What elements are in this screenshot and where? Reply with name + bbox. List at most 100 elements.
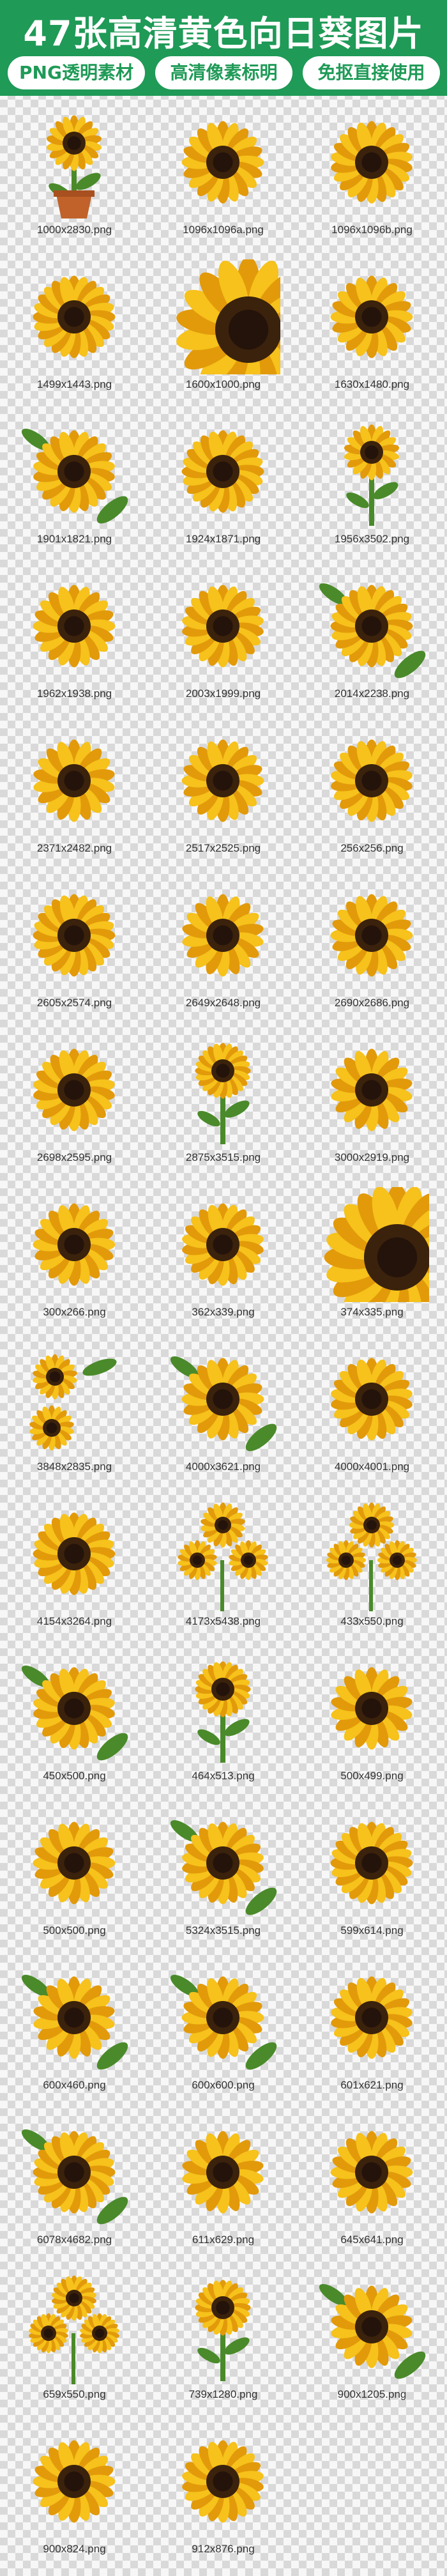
image-filename: 300x266.png [43,1306,106,1318]
image-filename: 374x335.png [340,1306,404,1318]
grid-item: 1499x1443.png [0,257,149,411]
sunflower-icon [331,121,413,204]
grid-item: 659x550.png [0,2267,149,2421]
grid-item: 912x876.png [149,2421,298,2576]
image-filename: 1096x1096b.png [331,224,413,236]
image-filename: 1600x1000.png [185,378,261,390]
tag-png-transparent: PNG透明素材 [8,56,145,89]
image-filename: 600x460.png [43,2079,106,2091]
page-header: 47张高清黄色向日葵图片 PNG透明素材 高清像素标明 免抠直接使用 [0,0,447,96]
image-filename: 601x621.png [340,2079,404,2091]
sunflower-icon [33,739,115,822]
grid-item: 3848x2835.png [0,1339,149,1494]
image-filename: 6078x4682.png [36,2234,112,2246]
sunflower-icon [182,894,264,977]
image-filename: 1924x1871.png [185,533,261,545]
image-filename: 2649x2648.png [185,997,261,1009]
sunflower-icon [331,739,413,822]
image-filename: 256x256.png [340,842,404,854]
sunflower-icon [331,1048,413,1131]
sunflower-on-stem-icon [195,2280,251,2381]
sunflower-icon [330,275,413,358]
grid-item: 2371x2482.png [0,721,149,875]
sunflower-bouquet-icon [29,2275,119,2384]
image-filename: 3000x2919.png [334,1151,410,1163]
image-filename: 645x641.png [340,2234,404,2246]
grid-item: 600x600.png [149,1958,298,2112]
sunflower-icon [330,894,413,977]
sunflower-with-leaves-icon [170,1974,277,2070]
image-filename: 464x513.png [192,1770,255,1782]
sunflower-pair-icon [29,1354,117,1451]
grid-item: 433x550.png [298,1494,446,1648]
grid-item: 4000x4001.png [298,1339,446,1494]
image-filename: 1499x1443.png [36,378,112,390]
image-filename: 599x614.png [340,1924,404,1936]
grid-item: 300x266.png [0,1184,149,1339]
sunflower-icon [33,1512,116,1595]
image-filename: 1096x1096a.png [183,224,264,236]
grid-item: 2003x1999.png [149,566,298,721]
grid-item: 1956x3502.png [298,411,446,566]
sunflower-icon [33,1048,115,1131]
grid-item: 1000x2830.png [0,102,149,257]
page-title: 47张高清黄色向日葵图片 [23,13,424,54]
image-filename: 1962x1938.png [36,687,112,700]
tag-no-cutout: 免抠直接使用 [303,56,440,89]
image-filename: 2605x2574.png [36,997,112,1009]
sunflower-icon [330,2131,413,2214]
image-filename: 2698x2595.png [36,1151,112,1163]
image-filename: 4154x3264.png [36,1615,112,1627]
grid-item: 6078x4682.png [0,2112,149,2267]
image-filename: 611x629.png [192,2234,255,2246]
sunflower-with-leaves-icon [170,1820,277,1915]
sunflower-icon [331,1667,413,1750]
grid-item: 1962x1938.png [0,566,149,721]
sunflower-icon [33,275,116,358]
grid-item: 464x513.png [149,1648,298,1803]
feature-tags: PNG透明素材 高清像素标明 免抠直接使用 [0,56,447,89]
grid-item: 599x614.png [298,1803,446,1958]
image-filename: 2875x3515.png [185,1151,261,1163]
grid-item: 611x629.png [149,2112,298,2267]
image-filename: 4173x5438.png [185,1615,261,1627]
sunflower-with-leaves-icon [170,1356,277,1452]
sunflower-icon [330,1821,413,1905]
sunflower-icon [182,2440,264,2523]
image-filename: 1901x1821.png [36,533,112,545]
grid-item: 2698x2595.png [0,1030,149,1184]
grid-item: 900x824.png [0,2421,149,2576]
grid-item: 2649x2648.png [149,875,298,1030]
grid-item: 4173x5438.png [149,1494,298,1648]
sunflower-closeup-icon [324,1187,429,1302]
sunflower-icon [181,739,264,822]
sunflower-bouquet-icon [326,1502,418,1611]
sunflower-with-leaves-icon [21,2129,128,2225]
image-filename: 4000x4001.png [334,1460,410,1473]
grid-item: 374x335.png [298,1184,446,1339]
sunflower-icon [33,585,116,668]
sunflower-icon [181,121,264,204]
sunflower-icon [182,2131,264,2214]
sunflower-icon [33,1203,116,1286]
grid-item: 1096x1096b.png [298,102,446,257]
image-filename: 900x1205.png [337,2388,407,2400]
sunflower-closeup-icon [176,259,280,374]
potted-sunflower-icon [46,115,102,218]
image-filename: 450x500.png [43,1770,106,1782]
sunflower-icon [33,1821,116,1905]
grid-item: 362x339.png [149,1184,298,1339]
image-filename: 912x876.png [192,2543,255,2555]
sunflower-icon [331,1358,413,1441]
image-filename: 1000x2830.png [36,224,112,236]
image-filename: 433x550.png [340,1615,404,1627]
image-filename: 739x1280.png [188,2388,258,2400]
grid-item: 5324x3515.png [149,1803,298,1958]
sunflower-on-stem-icon [195,1043,251,1144]
grid-item: 500x499.png [298,1648,446,1803]
sunflower-with-leaves-icon [21,1665,128,1761]
image-filename: 1956x3502.png [334,533,410,545]
grid-item: 2605x2574.png [0,875,149,1030]
sunflower-with-leaves-icon [319,2283,426,2379]
grid-item: 256x256.png [298,721,446,875]
